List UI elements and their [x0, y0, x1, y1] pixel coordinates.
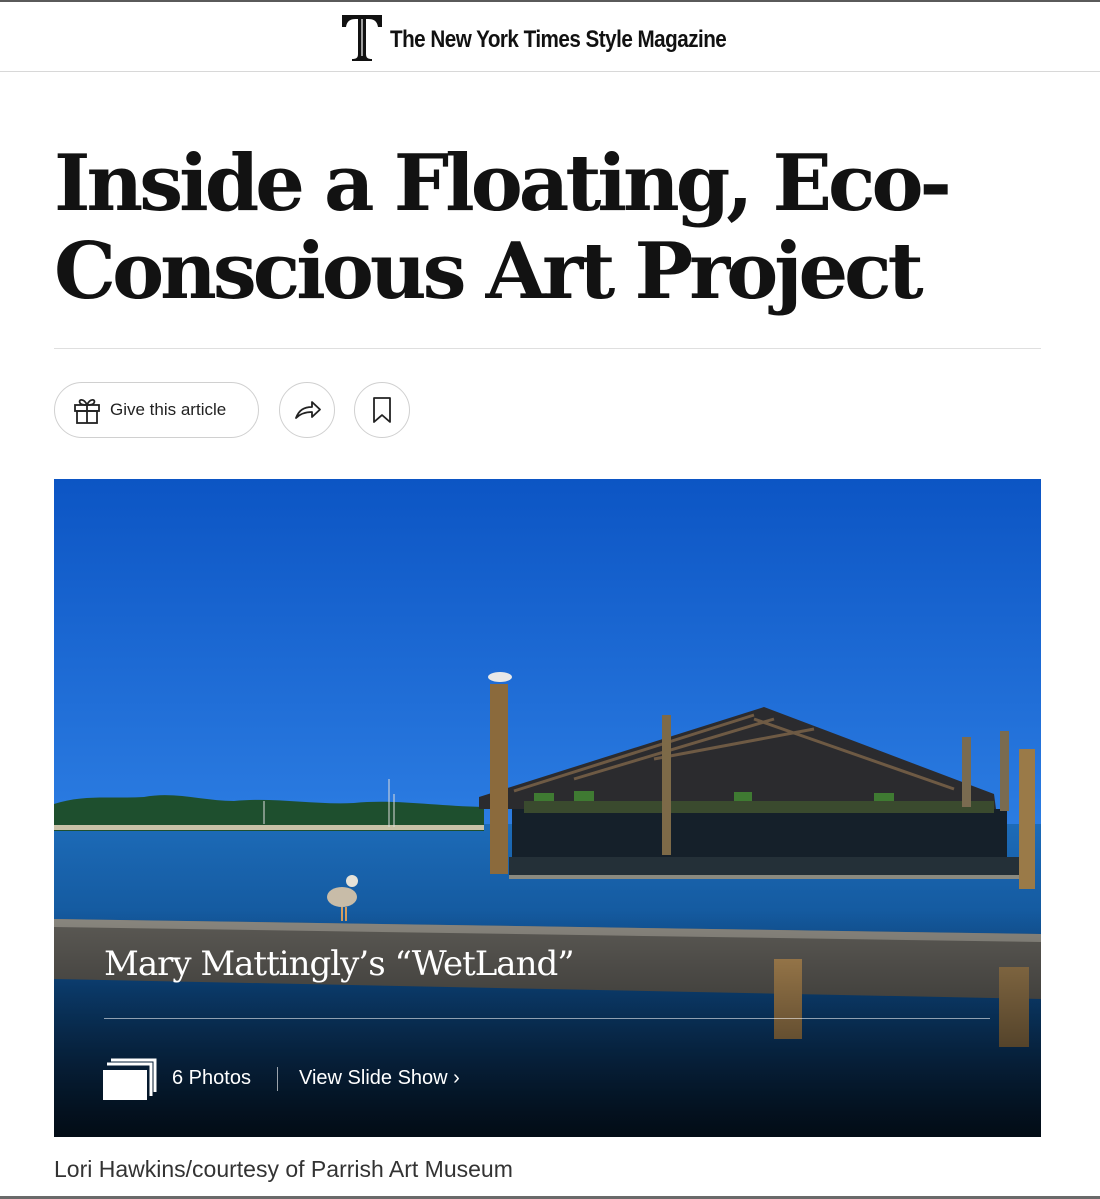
caption-separator — [277, 1067, 278, 1091]
lead-photo[interactable]: Mary Mattingly’s “WetLand” 6 Photos View… — [54, 479, 1041, 1137]
give-article-button[interactable]: Give this article — [54, 382, 259, 438]
share-icon — [295, 401, 321, 419]
photo-caption-title: Mary Mattingly’s “WetLand” — [104, 944, 575, 984]
share-button[interactable] — [279, 382, 335, 438]
article-headline: Inside a Floating, Eco- Conscious Art Pr… — [54, 140, 1054, 316]
caption-divider — [104, 1018, 990, 1019]
masthead-title[interactable]: The New York Times Style Magazine — [390, 26, 727, 54]
save-button[interactable] — [354, 382, 410, 438]
t-magazine-logo-icon[interactable] — [340, 12, 384, 62]
gift-icon — [74, 398, 100, 424]
headline-divider — [54, 348, 1041, 349]
headline-line-1: Inside a Floating, Eco- — [54, 138, 952, 229]
photo-count[interactable]: 6 Photos — [172, 1067, 251, 1090]
headline-line-2: Conscious Art Project — [54, 226, 924, 317]
view-slideshow-link[interactable]: View Slide Show › — [299, 1067, 460, 1090]
bookmark-icon — [373, 397, 391, 423]
masthead: The New York Times Style Magazine — [0, 2, 1100, 72]
photo-credit: Lori Hawkins/courtesy of Parrish Art Mus… — [54, 1156, 513, 1182]
slideshow-icon[interactable] — [103, 1058, 157, 1100]
give-article-label: Give this article — [110, 400, 227, 419]
wetland-photo-image — [54, 479, 1041, 1137]
